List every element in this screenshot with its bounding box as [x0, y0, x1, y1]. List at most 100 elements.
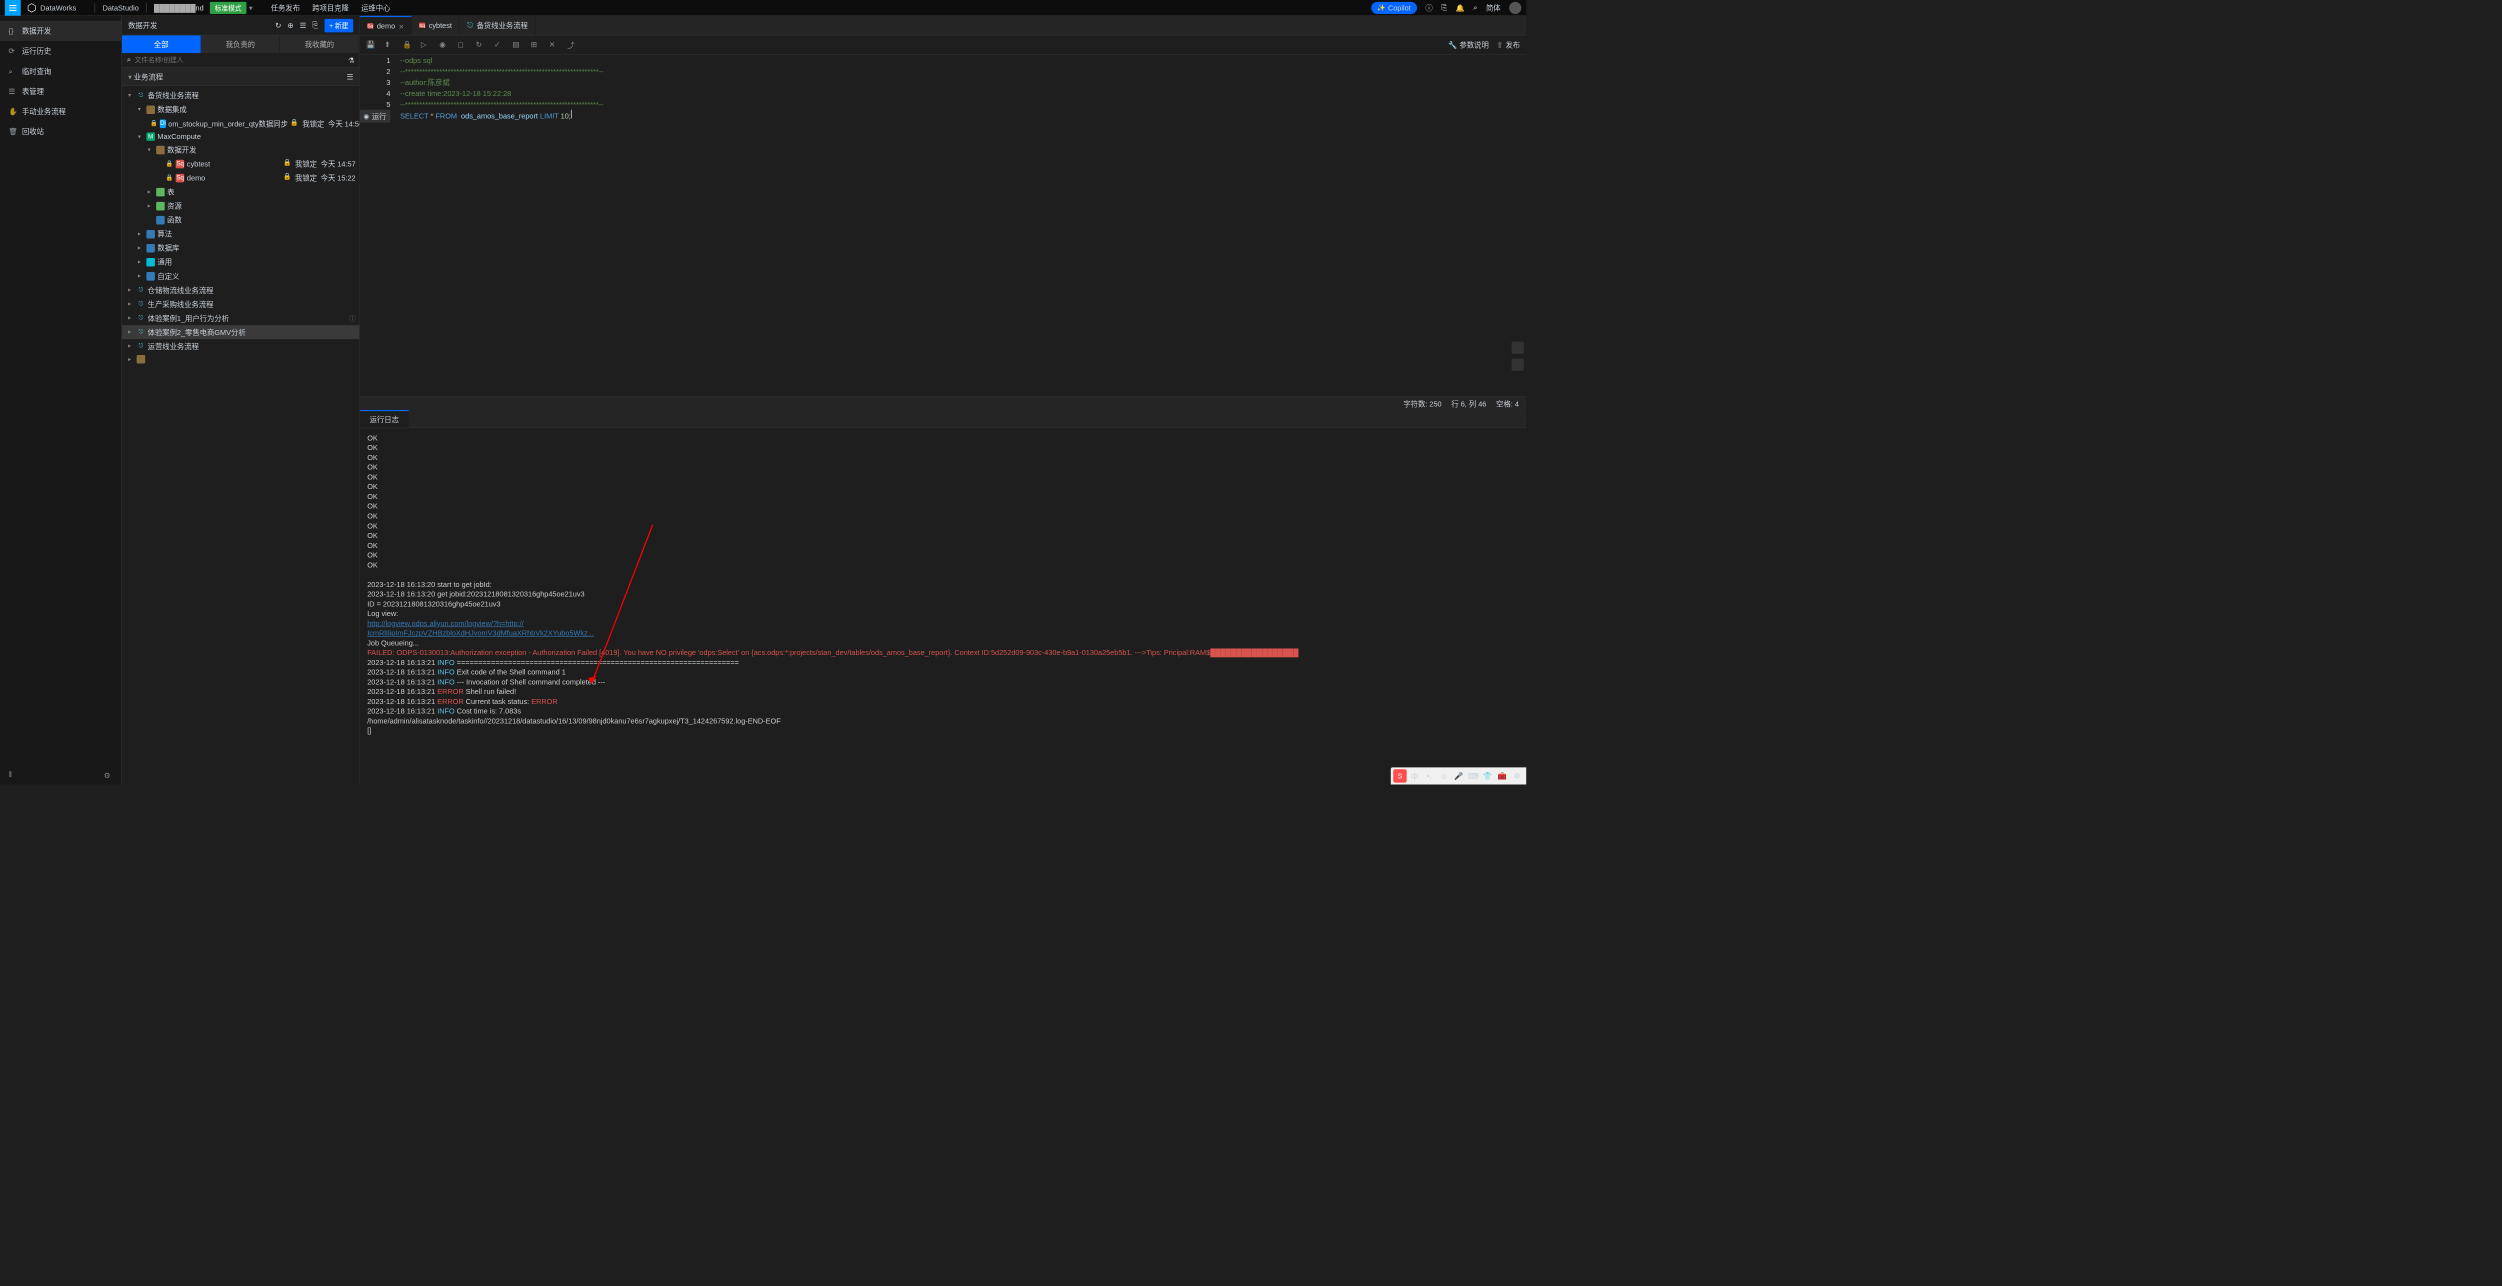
ime-emoji-icon[interactable]: ☺ — [1437, 769, 1450, 782]
close-icon[interactable]: × — [399, 21, 404, 31]
editor-tab-1[interactable]: Sqcybtest — [412, 16, 460, 35]
tree-node[interactable]: ▾⎋备货线业务流程 — [122, 88, 359, 102]
publish-link[interactable]: ⬆ 发布 — [1496, 40, 1520, 50]
tree-node[interactable]: ▸⎋体验案例1_用户行为分析ⓘ — [122, 311, 359, 325]
filter-tab-2[interactable]: 我收藏的 — [280, 35, 359, 53]
leftnav-item-2[interactable]: ⌕临时查询 — [0, 61, 121, 81]
log-line: OK — [367, 521, 1519, 531]
language-switch[interactable]: 简体 — [1486, 2, 1501, 12]
tree-node[interactable]: ▸ — [122, 353, 359, 365]
nav-publish[interactable]: 任务发布 — [271, 2, 300, 12]
nav-cross-project[interactable]: 跨项目克隆 — [312, 2, 349, 12]
refresh-icon[interactable]: ↻ — [275, 21, 281, 30]
menu-button[interactable] — [5, 0, 21, 16]
leftnav-item-5[interactable]: 🗑回收站 — [0, 121, 121, 141]
tree-node[interactable]: ▸数据库 — [122, 241, 359, 255]
leftnav-item-4[interactable]: ✋手动业务流程 — [0, 101, 121, 121]
tree-node[interactable]: ▸通用 — [122, 255, 359, 269]
tree-node[interactable]: ▸表 — [122, 185, 359, 199]
module-name[interactable]: DataStudio — [103, 3, 139, 12]
tree-node[interactable]: ▾MMaxCompute — [122, 131, 359, 143]
run-smoke-icon[interactable]: ◉ — [439, 40, 449, 50]
cost-icon[interactable]: ▤ — [512, 40, 522, 50]
tree-node[interactable]: 🔒Diom_stockup_min_order_qty数据同步🔒 我锁定今天 1… — [122, 117, 359, 131]
log-line: ID = 20231218081320316ghp45oe21uv3 — [367, 599, 1519, 609]
ime-sogou-icon[interactable]: S — [1393, 769, 1406, 782]
notification-icon[interactable]: 🔔 — [1456, 3, 1465, 12]
tree-node[interactable]: 🔒Sqcybtest🔒 我锁定今天 14:57 — [122, 157, 359, 171]
tree-node[interactable]: 函数 — [122, 213, 359, 227]
filter-tabs: 全部我负责的我收藏的 — [122, 35, 359, 53]
avatar[interactable] — [1509, 2, 1521, 14]
stop-icon[interactable]: ◻ — [458, 40, 468, 50]
run-chip[interactable]: ◉ 运行 — [360, 110, 390, 123]
tree-node[interactable]: ▸⎋运营线业务流程 — [122, 339, 359, 353]
steal-lock-icon[interactable]: 🔒 — [403, 40, 413, 50]
output-log[interactable]: OKOKOKOKOKOKOKOKOKOKOKOKOKOK 2023-12-18 … — [360, 428, 1526, 784]
copilot-button[interactable]: ✨ Copilot — [1371, 2, 1417, 14]
ime-toolbox-icon[interactable]: 🧰 — [1496, 769, 1509, 782]
tree-node[interactable]: ▸资源 — [122, 199, 359, 213]
tree-node[interactable]: ▸⎋生产采购线业务流程 — [122, 297, 359, 311]
log-line: OK — [367, 433, 1519, 443]
new-button[interactable]: + 新建 — [324, 19, 353, 32]
format-icon[interactable]: ✓ — [494, 40, 504, 50]
search-icon[interactable]: ⌕ — [1473, 3, 1477, 12]
collapse-output-icon[interactable] — [1512, 342, 1524, 354]
task-icon[interactable]: ⎘ — [1441, 3, 1447, 12]
leftnav-item-1[interactable]: ⟳运行历史 — [0, 41, 121, 61]
tree-node[interactable]: ▾数据集成 — [122, 102, 359, 116]
leftnav-icon: 🗑 — [9, 127, 18, 136]
filter-tab-0[interactable]: 全部 — [122, 35, 201, 53]
params-link[interactable]: 🔧 参数说明 — [1448, 40, 1488, 50]
log-line: OK — [367, 462, 1519, 472]
help-icon[interactable]: ⓘ — [1425, 2, 1432, 12]
top-nav: 任务发布 跨项目克隆 运维中心 — [271, 2, 391, 12]
run-icon[interactable]: ▷ — [421, 40, 431, 50]
leftnav-item-3[interactable]: ☰表管理 — [0, 81, 121, 101]
tree-node[interactable]: 🔒Sqdemo🔒 我锁定今天 15:22 — [122, 171, 359, 185]
panel-title: 数据开发 — [128, 20, 157, 30]
search-input[interactable] — [135, 56, 345, 63]
ime-voice-icon[interactable]: 🎤 — [1452, 769, 1465, 782]
precompile-icon[interactable]: ✕ — [549, 40, 559, 50]
tree-node[interactable]: ▾数据开发 — [122, 143, 359, 157]
ime-skin-icon[interactable]: 👕 — [1481, 769, 1494, 782]
leftnav-icon: ✋ — [9, 107, 18, 116]
import-icon[interactable]: ☰ — [300, 21, 307, 30]
log-line: 2023-12-18 16:13:21 ERROR Current task s… — [367, 697, 1519, 707]
section-menu-icon[interactable]: ☰ — [347, 72, 354, 81]
leftnav-item-0[interactable]: {}数据开发 — [0, 21, 121, 41]
tree-node[interactable]: ▸自定义 — [122, 269, 359, 283]
fullscreen-icon[interactable] — [1512, 359, 1524, 371]
sidebar-collapse-icon[interactable]: ⦀ — [9, 770, 12, 779]
settings-icon[interactable]: ⚙ — [104, 771, 111, 780]
log-line: IcmRlIlipImFJczpVZHBzbloXdHJvomV3dMfuaXR… — [367, 628, 1519, 638]
tree-node[interactable]: ▸算法 — [122, 227, 359, 241]
deploy-icon[interactable]: ⊞ — [531, 40, 541, 50]
ime-cn-icon[interactable]: 中 — [1408, 769, 1421, 782]
filter-icon[interactable]: ⚗ — [348, 56, 355, 65]
leftnav-icon: ⟳ — [9, 47, 18, 56]
ime-punct-icon[interactable]: •, — [1423, 769, 1436, 782]
save-icon[interactable]: 💾 — [366, 40, 376, 50]
tree-node[interactable]: ▸⎋仓储物流线业务流程 — [122, 283, 359, 297]
ime-keyboard-icon[interactable]: ⌨ — [1466, 769, 1479, 782]
nav-ops[interactable]: 运维中心 — [361, 2, 390, 12]
log-line: Log view: — [367, 609, 1519, 619]
editor-tab-0[interactable]: Sqdemo× — [360, 16, 412, 35]
submit-icon[interactable]: ⬆ — [384, 40, 394, 50]
reload-icon[interactable]: ↻ — [476, 40, 486, 50]
locate-icon[interactable]: ⊕ — [287, 21, 293, 30]
tree-node[interactable]: ▸⎋体验案例2_零售电商GMV分析 — [122, 325, 359, 339]
section-title[interactable]: 业务流程 — [134, 73, 163, 82]
code-editor[interactable]: 123456 --odps sql--*********************… — [360, 55, 1526, 397]
topbar: DataWorks DataStudio ████████nd 标准模式 ▾ 任… — [0, 0, 1526, 16]
project-name[interactable]: ████████nd — [154, 3, 204, 12]
batch-icon[interactable]: ⎘ — [312, 21, 318, 30]
tab-runtime-log[interactable]: 运行日志 — [360, 410, 409, 428]
filter-tab-1[interactable]: 我负责的 — [201, 35, 280, 53]
goto-icon[interactable]: ⤴ — [567, 40, 577, 50]
ime-settings-icon[interactable]: ⚙ — [1510, 769, 1523, 782]
editor-tab-2[interactable]: ⎋备货线业务流程 — [460, 16, 536, 35]
